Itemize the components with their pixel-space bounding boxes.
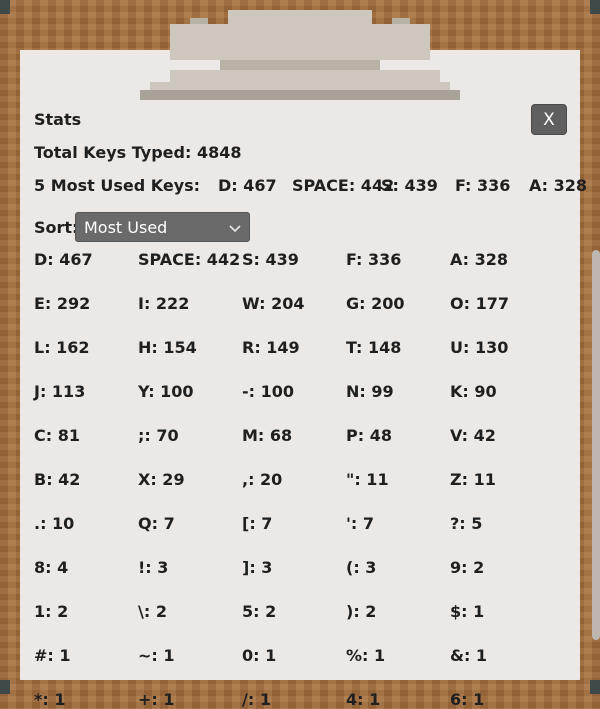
key-count-item: D: 467 <box>34 250 93 269</box>
key-count-item: ": 11 <box>346 470 389 489</box>
key-count-item: $: 1 <box>450 602 485 621</box>
key-count-item: ;: 70 <box>138 426 179 445</box>
key-counts-grid: D: 467 SPACE: 442 S: 439 F: 336 A: 328 E: 292… <box>0 0 600 709</box>
key-count-item: \: 2 <box>138 602 167 621</box>
key-count-item: [: 7 <box>242 514 273 533</box>
key-count-item: U: 130 <box>450 338 509 357</box>
key-count-item: &: 1 <box>450 646 488 665</box>
key-count-item: 5: 2 <box>242 602 277 621</box>
key-count-item: 0: 1 <box>242 646 277 665</box>
key-count-item: ): 2 <box>346 602 377 621</box>
key-count-item: C: 81 <box>34 426 80 445</box>
key-count-item: *: 1 <box>34 690 66 709</box>
key-count-item: B: 42 <box>34 470 81 489</box>
key-count-item: SPACE: 442 <box>138 250 241 269</box>
key-count-item: !: 3 <box>138 558 169 577</box>
key-count-item: 6: 1 <box>450 690 485 709</box>
key-count-item: E: 292 <box>34 294 91 313</box>
key-count-item: 8: 4 <box>34 558 69 577</box>
key-count-item: M: 68 <box>242 426 293 445</box>
key-count-item: N: 99 <box>346 382 394 401</box>
key-count-item: V: 42 <box>450 426 496 445</box>
key-count-item: +: 1 <box>138 690 175 709</box>
key-count-item: #: 1 <box>34 646 71 665</box>
key-count-item: 4: 1 <box>346 690 381 709</box>
key-count-item: G: 200 <box>346 294 405 313</box>
key-count-item: P: 48 <box>346 426 392 445</box>
key-count-item: ,: 20 <box>242 470 283 489</box>
key-count-item: W: 204 <box>242 294 305 313</box>
key-count-item: R: 149 <box>242 338 300 357</box>
key-count-item: ': 7 <box>346 514 374 533</box>
key-count-item: A: 328 <box>450 250 509 269</box>
key-count-item: X: 29 <box>138 470 185 489</box>
key-count-item: %: 1 <box>346 646 386 665</box>
key-count-item: I: 222 <box>138 294 190 313</box>
key-count-item: 1: 2 <box>34 602 69 621</box>
key-count-item: Z: 11 <box>450 470 496 489</box>
key-count-item: F: 336 <box>346 250 402 269</box>
key-count-item: S: 439 <box>242 250 299 269</box>
key-count-item: ?: 5 <box>450 514 483 533</box>
key-count-item: .: 10 <box>34 514 75 533</box>
key-count-item: 9: 2 <box>450 558 485 577</box>
key-count-item: ~: 1 <box>138 646 175 665</box>
key-count-item: Y: 100 <box>138 382 194 401</box>
key-count-item: -: 100 <box>242 382 295 401</box>
key-count-item: Q: 7 <box>138 514 175 533</box>
key-count-item: H: 154 <box>138 338 197 357</box>
key-count-item: T: 148 <box>346 338 402 357</box>
key-count-item: J: 113 <box>34 382 86 401</box>
key-count-item: ]: 3 <box>242 558 273 577</box>
scrollbar[interactable] <box>592 250 600 640</box>
key-count-item: O: 177 <box>450 294 509 313</box>
key-count-item: K: 90 <box>450 382 497 401</box>
key-count-item: /: 1 <box>242 690 271 709</box>
key-count-item: L: 162 <box>34 338 90 357</box>
key-count-item: (: 3 <box>346 558 377 577</box>
